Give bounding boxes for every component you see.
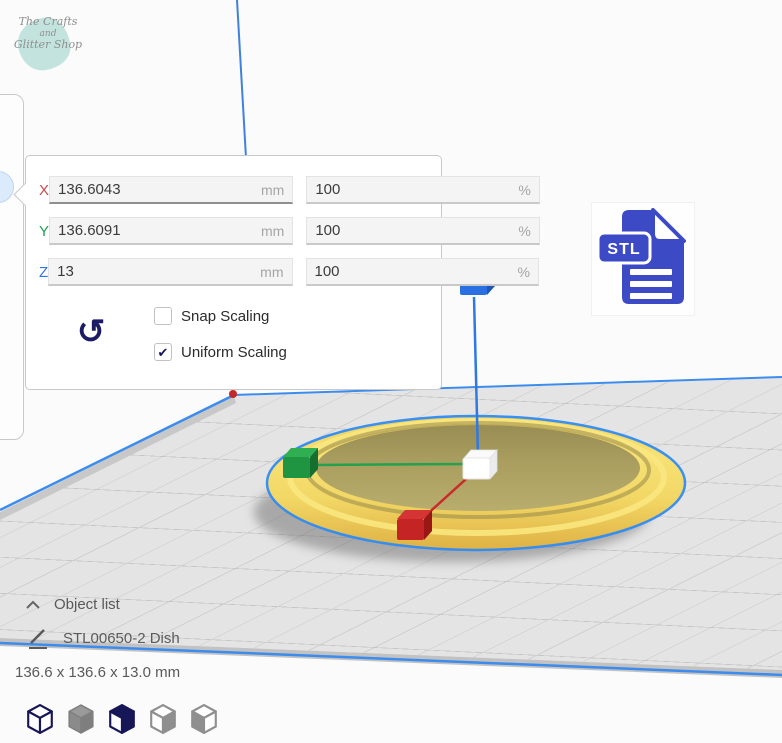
- model-dimensions: 136.6 x 136.6 x 13.0 mm: [15, 664, 181, 681]
- snap-scaling-checkbox[interactable]: ✔: [154, 307, 172, 325]
- application-window: The Crafts and Glitter Shop X 136.6043 m…: [0, 0, 782, 743]
- uniform-scaling-checkbox[interactable]: ✔: [154, 343, 172, 361]
- x-percent-unit: %: [518, 181, 531, 198]
- scaling-options: ✔ Snap Scaling ✔ Uniform Scaling: [154, 306, 287, 378]
- object-list-title: Object list: [54, 596, 120, 613]
- view-mode-icons: [24, 704, 220, 736]
- stl-file-icon: STL: [592, 203, 694, 315]
- cube-solid-navy-icon[interactable]: [106, 704, 138, 736]
- gizmo-y-axis-line: [311, 462, 467, 467]
- x-size-field[interactable]: mm: [49, 176, 294, 204]
- snap-scaling-row[interactable]: ✔ Snap Scaling: [154, 306, 287, 326]
- z-size-unit: mm: [260, 263, 284, 280]
- z-percent-input[interactable]: [314, 263, 514, 280]
- logo-line1: The Crafts: [18, 15, 78, 28]
- stl-file-graphic: STL: [596, 208, 686, 304]
- check-icon: ✔: [157, 344, 169, 360]
- reset-icon: ↺: [76, 313, 106, 351]
- x-percent-input[interactable]: [315, 181, 515, 198]
- gizmo-x-handle[interactable]: [397, 510, 432, 540]
- object-list-toggle[interactable]: Object list: [25, 596, 120, 613]
- y-axis-label: Y: [39, 222, 50, 240]
- z-percent-unit: %: [517, 263, 530, 280]
- scale-row-z: Z mm %: [39, 258, 539, 286]
- y-size-field[interactable]: mm: [49, 217, 294, 245]
- object-list-item-name: STL00650-2 Dish: [63, 630, 180, 647]
- z-size-field[interactable]: mm: [48, 258, 293, 286]
- y-percent-input[interactable]: [315, 222, 515, 239]
- z-axis-guide-line: [236, 0, 247, 159]
- y-percent-unit: %: [518, 222, 531, 239]
- stl-badge-label: STL: [607, 241, 640, 258]
- plate-outline-left: [0, 393, 235, 512]
- gizmo-y-handle[interactable]: [283, 448, 318, 478]
- tool-sidebar: [0, 94, 24, 440]
- y-size-input[interactable]: [58, 222, 258, 239]
- uniform-scaling-label: Uniform Scaling: [181, 343, 287, 361]
- z-size-input[interactable]: [57, 263, 257, 280]
- uniform-scaling-row[interactable]: ✔ Uniform Scaling: [154, 342, 287, 362]
- pencil-icon: [29, 629, 47, 649]
- cube-wireframe-icon[interactable]: [24, 704, 56, 736]
- scale-row-x: X mm %: [39, 176, 540, 204]
- gizmo-center-handle[interactable]: [462, 448, 498, 481]
- y-percent-field[interactable]: %: [306, 217, 540, 245]
- x-size-input[interactable]: [58, 181, 258, 198]
- scale-tool-button[interactable]: [0, 171, 14, 203]
- x-axis-label: X: [39, 181, 50, 199]
- shop-logo: The Crafts and Glitter Shop: [2, 4, 98, 82]
- logo-text: The Crafts and Glitter Shop: [4, 15, 92, 52]
- x-percent-field[interactable]: %: [306, 176, 540, 204]
- scale-row-y: Y mm %: [39, 217, 540, 245]
- x-size-unit: mm: [261, 181, 285, 198]
- snap-scaling-label: Snap Scaling: [181, 307, 270, 325]
- cube-outline-shaded-left-icon[interactable]: [188, 704, 220, 736]
- scale-rows: X mm % Y mm %: [39, 176, 540, 299]
- plate-corner-marker: [229, 390, 237, 398]
- cube-outline-shaded-right-icon[interactable]: [147, 704, 179, 736]
- reset-scale-button[interactable]: ↺: [70, 310, 112, 354]
- chevron-up-icon: [26, 600, 40, 609]
- scale-panel: X mm % Y mm %: [13, 155, 540, 390]
- object-list-item[interactable]: STL00650-2 Dish: [27, 627, 180, 650]
- y-size-unit: mm: [261, 222, 285, 239]
- dish-model[interactable]: [265, 414, 687, 552]
- z-axis-label: Z: [39, 263, 49, 281]
- z-percent-field[interactable]: %: [305, 258, 539, 286]
- logo-line3: Glitter Shop: [13, 37, 83, 51]
- cube-solid-gray-icon[interactable]: [65, 704, 97, 736]
